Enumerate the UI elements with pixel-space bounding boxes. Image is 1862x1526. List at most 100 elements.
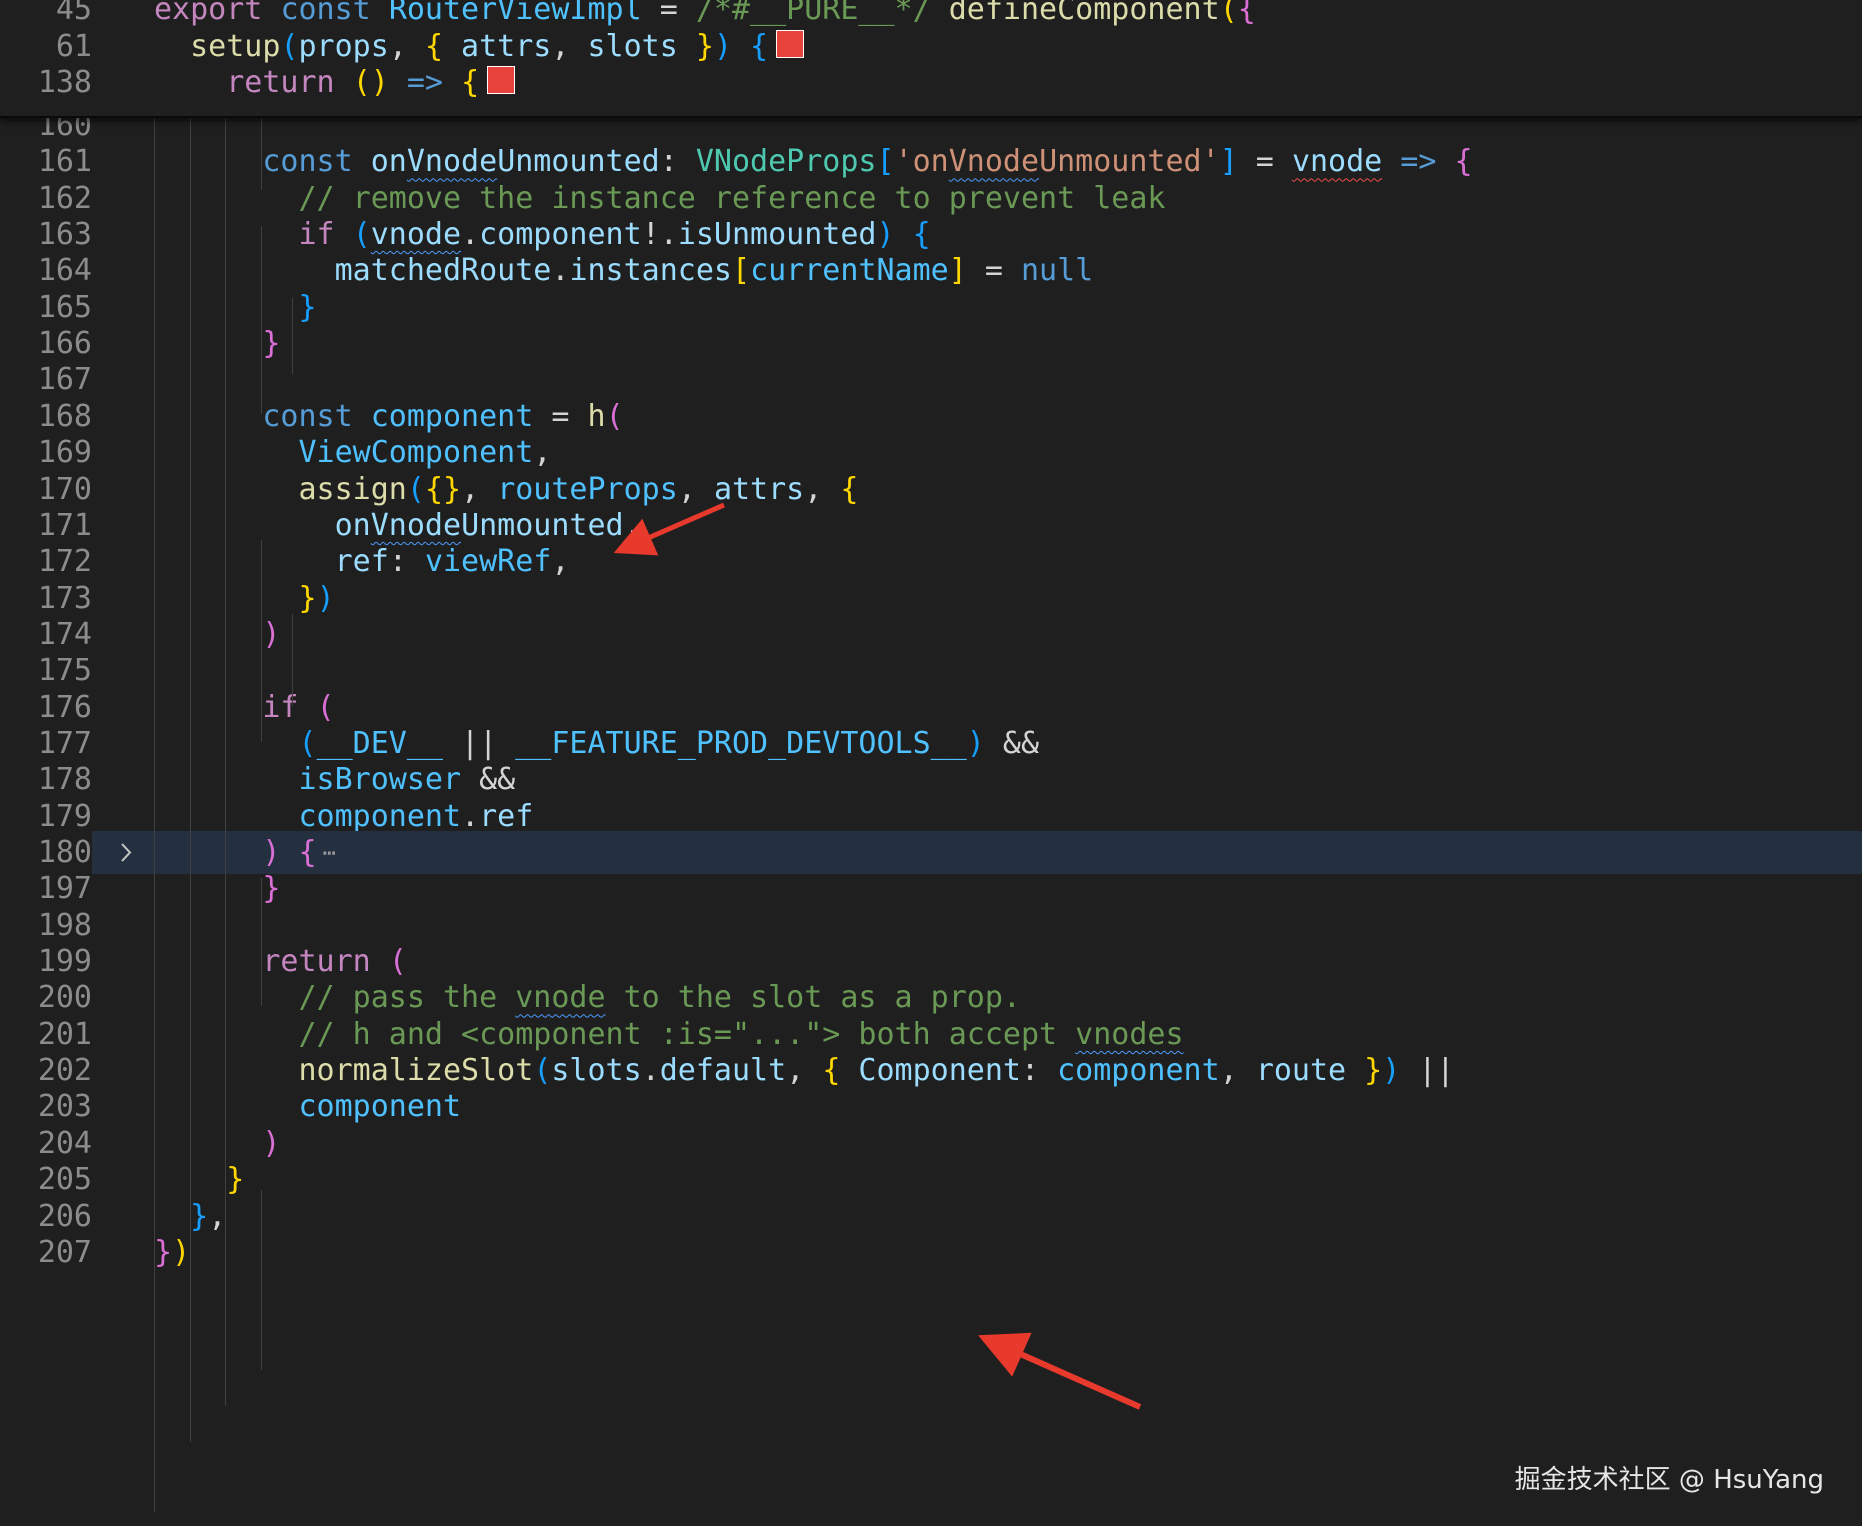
code-token: component	[298, 798, 462, 834]
code-line[interactable]: 138 return () => {	[0, 61, 1862, 104]
code-token: (	[298, 725, 317, 761]
code-token: 'on	[894, 144, 949, 180]
code-token: component	[298, 1089, 462, 1125]
indent-guide	[261, 226, 262, 414]
code-token: component	[1057, 1053, 1220, 1089]
code-token: vnodes	[1075, 1016, 1184, 1052]
line-number: 138	[37, 65, 92, 100]
code-token: }	[677, 28, 714, 64]
code-token: ,	[551, 544, 570, 580]
color-swatch-icon[interactable]	[487, 66, 516, 94]
code-token: {	[732, 28, 769, 64]
code-token: routeProps	[497, 471, 678, 507]
code-token: )	[876, 217, 895, 253]
code-token: }	[298, 289, 317, 325]
code-token: {	[894, 217, 931, 253]
code-token: ref	[334, 544, 389, 580]
code-token: ,	[461, 471, 498, 507]
code-token: Vnode	[406, 144, 498, 180]
code-token: normalizeSlot	[298, 1053, 534, 1089]
code-token: ,	[1219, 1053, 1256, 1089]
code-token: [	[876, 144, 895, 180]
code-token: isUnmounted	[677, 217, 877, 253]
indent-guide	[261, 878, 262, 1006]
code-token: component	[370, 398, 534, 434]
code-token: (	[352, 217, 371, 253]
code-token: route	[1255, 1053, 1347, 1089]
code-token: {}	[424, 471, 462, 507]
code-token: Vnode	[370, 507, 462, 543]
code-token: return	[262, 944, 371, 980]
code-token: slots	[587, 28, 678, 64]
code-token: !.	[641, 217, 678, 253]
code-token: __FEATURE_PROD_DEVTOOLS__	[515, 725, 967, 761]
code-token: )	[172, 1234, 191, 1270]
code-token: (	[316, 689, 335, 725]
code-token: &&	[984, 725, 1040, 761]
code-token: .	[641, 1053, 660, 1089]
code-token: =	[641, 0, 696, 27]
code-token: =>	[1382, 144, 1455, 180]
code-token: =	[1237, 144, 1292, 180]
code-line[interactable]: 207})	[0, 1231, 1862, 1274]
code-token: VNodeProps	[695, 144, 877, 180]
code-token: return	[226, 65, 335, 100]
code-token: Unmounted	[461, 507, 624, 543]
code-token: const	[262, 398, 371, 434]
code-token: const	[280, 0, 389, 27]
code-token: }	[1346, 1053, 1383, 1089]
code-token: ,	[551, 28, 588, 64]
code-token: ,	[533, 435, 552, 471]
indent-guide	[225, 116, 226, 1406]
code-token: if	[298, 217, 335, 253]
code-token: assign	[298, 471, 407, 507]
indent-guide	[292, 298, 293, 374]
code-token: =>	[388, 65, 462, 100]
code-token: =	[533, 398, 588, 434]
code-token: .	[461, 217, 480, 253]
sticky-scroll-header[interactable]: 45 export const RouterViewImpl = /*#__PUR…	[0, 0, 1862, 118]
color-swatch-icon[interactable]	[776, 29, 805, 58]
code-token: attrs	[443, 28, 552, 64]
code-token: (	[605, 398, 624, 434]
code-token: )	[316, 580, 335, 616]
code-token: (	[533, 1053, 552, 1089]
code-token: viewRef	[424, 544, 552, 580]
code-token: // pass the	[298, 980, 516, 1016]
code-token: const	[262, 144, 371, 180]
code-token: /*#__PURE__*/	[695, 0, 931, 27]
code-token: Component	[840, 1053, 1021, 1089]
code-token: if	[262, 689, 299, 725]
line-number: 207	[37, 1234, 92, 1270]
code-token: .	[461, 798, 480, 834]
code-token: RouterViewImpl	[388, 0, 642, 27]
code-token: ||	[443, 725, 516, 761]
code-token: ]	[1219, 144, 1238, 180]
code-text[interactable]: return () => {	[154, 61, 516, 104]
code-token: (	[280, 28, 299, 64]
code-token: component	[479, 217, 642, 253]
code-token: h	[587, 398, 606, 434]
code-text[interactable]: })	[154, 1231, 190, 1274]
code-editor[interactable]: 159 : null160161 const onVnodeUnmounted:…	[0, 0, 1862, 1526]
code-token: Vnode	[948, 144, 1040, 180]
code-token: }	[190, 1198, 209, 1234]
